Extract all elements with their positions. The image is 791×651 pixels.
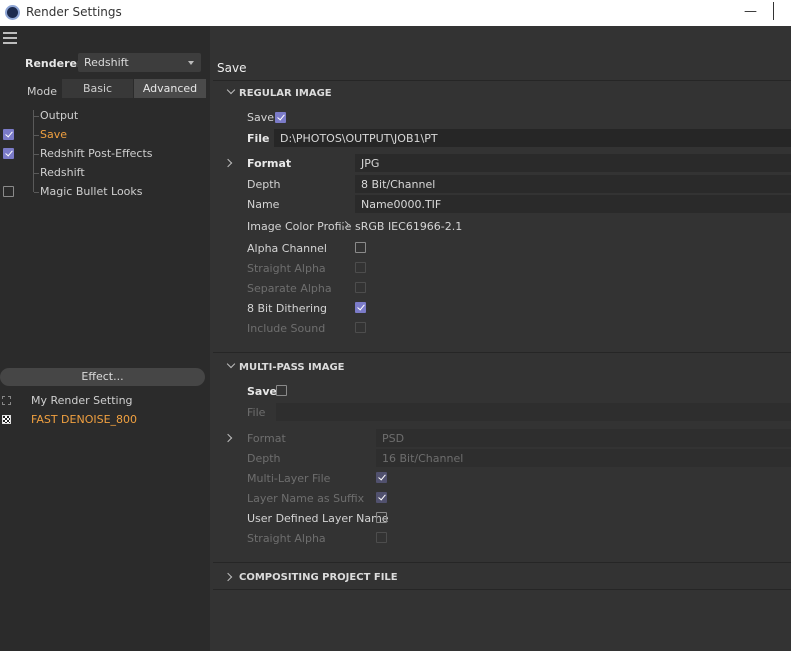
color-profile-value[interactable]: sRGB IEC61966-2.1 (355, 220, 462, 233)
mode-label: Mode (27, 85, 57, 98)
tree-item-redshift-post-effects[interactable]: Redshift Post-Effects (34, 147, 153, 160)
mp-multilayer-checkbox[interactable] (376, 472, 387, 483)
depth-value: 8 Bit/Channel (361, 178, 436, 191)
straight-alpha-checkbox[interactable] (355, 262, 366, 273)
render-setting-item-active[interactable]: FAST DENOISE_800 (31, 413, 137, 426)
name-label: Name (247, 198, 280, 211)
tree-item-redshift[interactable]: Redshift (34, 166, 85, 179)
minimize-button[interactable]: — (744, 4, 757, 19)
include-sound-label: Include Sound (247, 322, 326, 335)
section-regular-image[interactable]: REGULAR IMAGE (239, 88, 332, 99)
file-value: D:\PHOTOS\OUTPUT\JOB1\PT (280, 132, 438, 145)
straight-alpha-label: Straight Alpha (247, 262, 326, 275)
window-title: Render Settings (26, 5, 122, 19)
hamburger-menu-icon[interactable] (3, 32, 17, 44)
chevron-right-icon[interactable] (223, 158, 233, 168)
mp-suffix-label: Layer Name as Suffix (247, 492, 365, 505)
mode-basic-button[interactable]: Basic (62, 79, 133, 98)
format-dropdown[interactable]: JPG (355, 154, 791, 172)
separate-alpha-label: Separate Alpha (247, 282, 332, 295)
renderer-label: Renderer (25, 57, 83, 70)
chevron-right-icon[interactable] (223, 572, 233, 582)
checker-square-icon (2, 415, 11, 424)
include-sound-checkbox[interactable] (355, 322, 366, 333)
mp-format-dropdown[interactable]: PSD (376, 429, 791, 447)
render-setting-item[interactable]: My Render Setting (31, 394, 133, 407)
tree-item-label: Redshift Post-Effects (40, 147, 153, 160)
tree-item-label: Magic Bullet Looks (40, 185, 143, 198)
format-label: Format (247, 157, 292, 170)
mp-userdef-label: User Defined Layer Name (247, 512, 389, 525)
chevron-down-icon (188, 61, 194, 65)
name-dropdown[interactable]: Name0000.TIF (355, 195, 791, 213)
right-panel: Save REGULAR IMAGE Save File D:\PHOTOS\O… (210, 26, 791, 651)
mp-format-label: Format (247, 432, 286, 445)
name-value: Name0000.TIF (361, 198, 442, 211)
section-compositing-project-file[interactable]: COMPOSITING PROJECT FILE (239, 572, 398, 583)
section-multi-pass-image[interactable]: MULTI-PASS IMAGE (239, 362, 345, 373)
page-title: Save (217, 61, 247, 75)
tree-item-label: Output (40, 109, 79, 122)
left-panel: Renderer Redshift Mode Basic Advanced Ou… (0, 26, 210, 651)
save-checkbox[interactable] (275, 112, 286, 123)
mp-save-label: Save (247, 385, 277, 398)
dithering-checkbox[interactable] (355, 302, 366, 313)
dashed-square-icon (2, 396, 11, 405)
renderer-value: Redshift (84, 56, 129, 69)
mp-depth-label: Depth (247, 452, 281, 465)
postfx-enable-checkbox[interactable] (3, 148, 14, 159)
tree-item-label: Redshift (40, 166, 85, 179)
tree-item-output[interactable]: Output (34, 109, 79, 122)
tree-connector (33, 110, 34, 192)
mode-advanced-button[interactable]: Advanced (134, 79, 206, 98)
save-label: Save (247, 111, 275, 124)
mp-depth-dropdown[interactable]: 16 Bit/Channel (376, 449, 791, 467)
mp-file-input[interactable] (276, 403, 791, 421)
mp-save-checkbox[interactable] (276, 385, 287, 396)
renderer-dropdown[interactable]: Redshift (78, 53, 201, 72)
chevron-down-icon[interactable] (226, 359, 236, 369)
chevron-right-icon[interactable] (223, 433, 233, 443)
maximize-button[interactable] (773, 2, 791, 20)
mp-file-label: File (247, 406, 266, 419)
file-input[interactable]: D:\PHOTOS\OUTPUT\JOB1\PT (274, 129, 791, 147)
depth-label: Depth (247, 178, 281, 191)
save-enable-checkbox[interactable] (3, 129, 14, 140)
effect-button[interactable]: Effect... (0, 368, 205, 386)
dithering-label: 8 Bit Dithering (247, 302, 328, 315)
separate-alpha-checkbox[interactable] (355, 282, 366, 293)
mp-depth-value: 16 Bit/Channel (382, 452, 464, 465)
color-profile-label: Image Color Profile (247, 220, 352, 233)
mp-straight-alpha-label: Straight Alpha (247, 532, 326, 545)
alpha-channel-checkbox[interactable] (355, 242, 366, 253)
cinema4d-logo-icon (5, 5, 20, 20)
format-value: JPG (361, 157, 380, 170)
depth-dropdown[interactable]: 8 Bit/Channel (355, 175, 791, 193)
mp-userdef-checkbox[interactable] (376, 512, 387, 523)
magic-bullet-enable-checkbox[interactable] (3, 186, 14, 197)
mp-suffix-checkbox[interactable] (376, 492, 387, 503)
mp-format-value: PSD (382, 432, 405, 445)
chevron-down-icon[interactable] (226, 85, 236, 95)
mp-multilayer-label: Multi-Layer File (247, 472, 331, 485)
tree-item-label: Save (40, 128, 68, 141)
title-bar: Render Settings — (0, 0, 791, 26)
tree-item-save[interactable]: Save (34, 128, 68, 141)
file-label: File (247, 132, 270, 145)
tree-item-magic-bullet-looks[interactable]: Magic Bullet Looks (34, 185, 143, 198)
alpha-channel-label: Alpha Channel (247, 242, 327, 255)
mp-straight-alpha-checkbox[interactable] (376, 532, 387, 543)
